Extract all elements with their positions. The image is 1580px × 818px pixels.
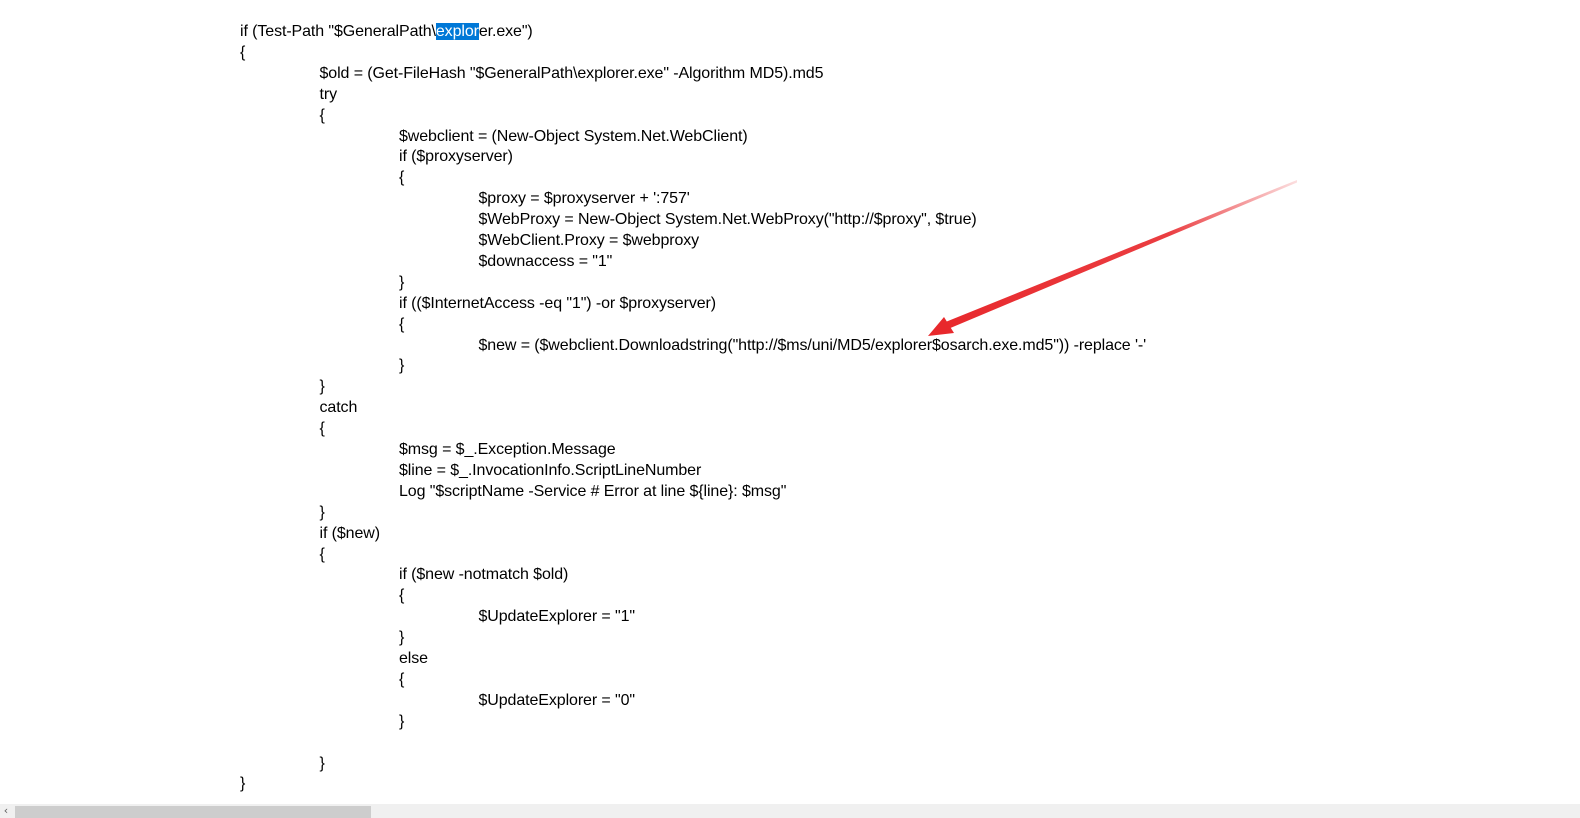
code-line: Log "$scriptName -Service # Error at lin… bbox=[399, 481, 786, 502]
document-text-area[interactable]: if (Test-Path "$GeneralPath\explorer.exe… bbox=[0, 0, 1580, 804]
code-line: if (Test-Path "$GeneralPath\explorer.exe… bbox=[240, 21, 533, 42]
code-line: { bbox=[320, 418, 325, 439]
code-line-text: } bbox=[319, 754, 325, 772]
code-line: if ($new -notmatch $old) bbox=[399, 564, 568, 585]
code-line: } bbox=[399, 627, 404, 648]
code-line: $UpdateExplorer = "1" bbox=[478, 606, 636, 627]
code-line-text: $old = (Get-FileHash "$GeneralPath\explo… bbox=[319, 64, 824, 82]
code-line: } bbox=[240, 773, 245, 794]
code-line-text: $WebClient.Proxy = $webproxy bbox=[478, 232, 700, 249]
code-line-text: if ($new) bbox=[319, 524, 381, 542]
code-line-text: if (($InternetAccess -eq "1") -or $proxy… bbox=[399, 294, 716, 312]
code-line: $line = $_.InvocationInfo.ScriptLineNumb… bbox=[399, 460, 701, 481]
code-line: { bbox=[399, 167, 404, 188]
code-line: { bbox=[320, 544, 325, 565]
code-line: $proxy = $proxyserver + ':757' bbox=[479, 188, 690, 209]
code-line-text: { bbox=[399, 587, 405, 605]
code-line: { bbox=[399, 585, 404, 606]
code-line-text: $msg = $_.Exception.Message bbox=[399, 441, 616, 458]
code-line: $msg = $_.Exception.Message bbox=[399, 439, 616, 460]
code-line: $WebClient.Proxy = $webproxy bbox=[479, 230, 700, 251]
code-line-text: if (Test-Path "$GeneralPath\explorer.exe… bbox=[240, 23, 533, 40]
code-line-text: } bbox=[399, 273, 405, 291]
code-line-text: } bbox=[399, 712, 405, 730]
code-line-text: $webclient = (New-Object System.Net.WebC… bbox=[399, 127, 748, 145]
code-line: { bbox=[240, 42, 245, 63]
code-line: { bbox=[399, 669, 404, 690]
code-line-text: catch bbox=[319, 399, 358, 417]
code-line: } bbox=[399, 355, 404, 376]
code-line-text: { bbox=[319, 545, 325, 563]
code-line: $new = ($webclient.Downloadstring("http:… bbox=[479, 335, 1147, 356]
code-line: $UpdateExplorer = "0" bbox=[478, 690, 636, 711]
code-line-text: $UpdateExplorer = "1" bbox=[478, 608, 636, 626]
code-line-text: $downaccess = "1" bbox=[478, 252, 613, 270]
code-line: $old = (Get-FileHash "$GeneralPath\explo… bbox=[320, 63, 824, 84]
code-line: { bbox=[399, 314, 404, 335]
code-line-text: Log "$scriptName -Service # Error at lin… bbox=[399, 482, 787, 500]
code-line-text: { bbox=[319, 106, 325, 124]
scrollbar-thumb[interactable] bbox=[15, 806, 371, 818]
code-line-text: } bbox=[319, 503, 325, 521]
code-line: } bbox=[320, 502, 325, 523]
code-line: $webclient = (New-Object System.Net.WebC… bbox=[399, 126, 748, 147]
code-line-text: $proxy = $proxyserver + ':757' bbox=[478, 190, 690, 208]
code-line-text: try bbox=[319, 85, 338, 103]
code-line-text: { bbox=[240, 43, 246, 61]
code-line-text: } bbox=[319, 378, 325, 396]
code-line-text: } bbox=[399, 357, 405, 375]
code-line-text: { bbox=[399, 315, 405, 333]
code-line-text: if ($proxyserver) bbox=[399, 148, 513, 166]
code-line-text: { bbox=[399, 169, 405, 187]
code-line: $WebProxy = New-Object System.Net.WebPro… bbox=[479, 209, 977, 230]
text-selection: explor bbox=[435, 23, 479, 40]
code-line: $downaccess = "1" bbox=[479, 251, 613, 272]
chevron-left-icon[interactable]: ‹ bbox=[0, 804, 12, 818]
code-line: } bbox=[399, 711, 404, 732]
code-line-text: } bbox=[240, 775, 246, 793]
code-line: catch bbox=[320, 397, 358, 418]
code-line-text: { bbox=[399, 670, 405, 688]
code-line: } bbox=[399, 272, 404, 293]
code-line-text: $UpdateExplorer = "0" bbox=[478, 691, 636, 709]
code-line-text: } bbox=[399, 629, 405, 647]
code-line-text: if ($new -notmatch $old) bbox=[399, 566, 569, 584]
code-line-text: $WebProxy = New-Object System.Net.WebPro… bbox=[478, 211, 977, 229]
code-line: if ($proxyserver) bbox=[399, 146, 513, 167]
code-line: } bbox=[320, 753, 325, 774]
code-line-text: $line = $_.InvocationInfo.ScriptLineNumb… bbox=[399, 461, 702, 479]
code-line-text: { bbox=[319, 420, 325, 438]
code-line-text: $new = ($webclient.Downloadstring("http:… bbox=[478, 336, 1147, 354]
code-line: try bbox=[319, 84, 338, 105]
code-line-text: else bbox=[399, 650, 428, 667]
code-line: else bbox=[399, 648, 428, 669]
code-line: if (($InternetAccess -eq "1") -or $proxy… bbox=[399, 293, 716, 314]
code-line: { bbox=[320, 105, 325, 126]
code-line: } bbox=[320, 376, 325, 397]
horizontal-scrollbar[interactable]: ‹ bbox=[0, 804, 1580, 818]
code-line: if ($new) bbox=[319, 523, 381, 544]
